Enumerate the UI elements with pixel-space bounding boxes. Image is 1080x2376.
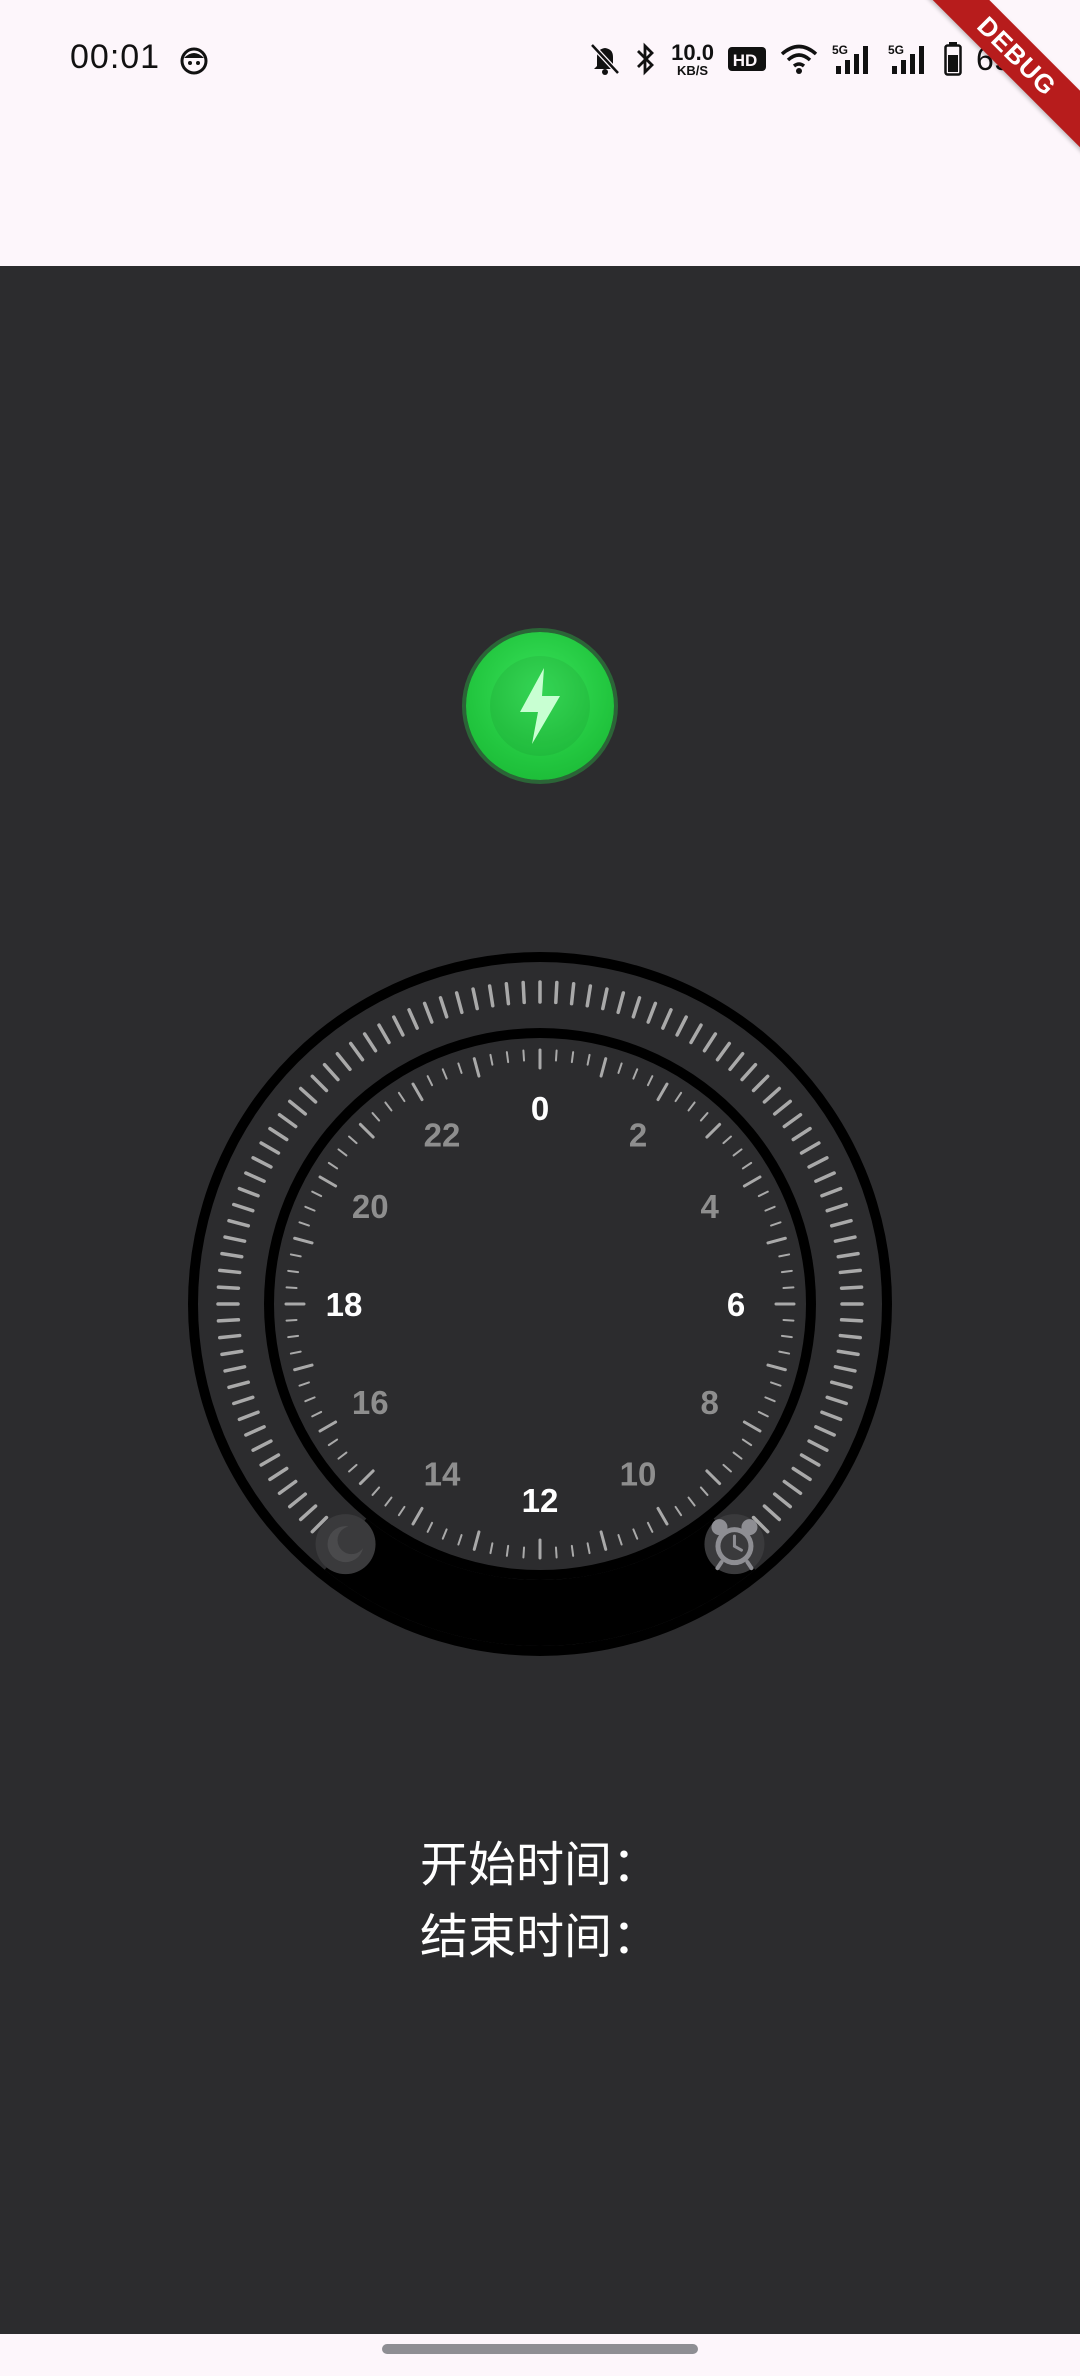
outer-tick <box>218 1268 242 1275</box>
hour-label: 2 <box>629 1116 647 1153</box>
outer-tick <box>838 1268 862 1275</box>
outer-tick <box>504 982 511 1006</box>
outer-tick <box>218 1333 242 1340</box>
outer-tick <box>216 1285 241 1290</box>
start-time-label: 开始时间： <box>419 1839 660 1892</box>
hour-label: 6 <box>727 1286 745 1323</box>
outer-tick <box>554 980 559 1005</box>
hour-label: 4 <box>701 1188 720 1225</box>
status-bar: 00:01 10.0 KB/S HD 5G 5G <box>0 0 1080 266</box>
home-indicator-bar <box>0 2334 1080 2376</box>
hour-label: 8 <box>701 1384 719 1421</box>
network-speed-value: 10.0 <box>671 39 714 65</box>
battery-icon <box>944 42 962 76</box>
start-handle[interactable] <box>315 1514 376 1575</box>
hour-label: 14 <box>424 1456 461 1493</box>
cellular-icon: 5G <box>888 43 924 74</box>
hour-label: 22 <box>424 1116 461 1153</box>
outer-tick <box>521 980 526 1005</box>
inner-tick <box>782 1286 795 1290</box>
lightning-bolt-icon <box>520 668 560 744</box>
hour-label: 12 <box>522 1482 559 1519</box>
outer-tick <box>838 1333 862 1340</box>
inner-tick <box>287 1269 300 1274</box>
inner-tick <box>554 1546 558 1559</box>
bluetooth-icon <box>637 42 655 76</box>
hour-label: 20 <box>352 1188 389 1225</box>
inner-tick <box>287 1334 300 1339</box>
inner-tick <box>554 1049 558 1062</box>
inner-tick <box>780 1269 793 1274</box>
status-icons: 10.0 KB/S HD 5G 5G <box>589 34 1040 84</box>
cellular-icon: 5G <box>832 43 868 74</box>
outer-tick <box>569 982 576 1006</box>
inner-tick <box>285 1318 298 1322</box>
end-handle[interactable] <box>704 1514 765 1575</box>
hd-icon: HD <box>727 47 766 71</box>
cellular-5g-label: 5G <box>888 43 904 57</box>
face-icon <box>180 47 208 75</box>
sleep-dial[interactable]: 0 2 4 6 8 10 12 14 16 18 20 22 <box>184 948 896 1660</box>
mute-bell-icon <box>590 43 620 75</box>
charge-button[interactable] <box>466 632 614 780</box>
network-speed-unit: KB/S <box>677 62 709 78</box>
hour-label: 16 <box>352 1384 389 1421</box>
inner-tick <box>570 1544 575 1557</box>
cellular-5g-label: 5G <box>832 43 848 57</box>
outer-tick <box>216 1318 241 1323</box>
inner-tick <box>780 1334 793 1339</box>
inner-tick <box>782 1318 795 1322</box>
wifi-icon <box>780 44 818 74</box>
inner-tick <box>522 1049 526 1062</box>
inner-tick <box>285 1286 298 1290</box>
hd-label: HD <box>733 51 758 70</box>
outer-tick <box>839 1318 864 1323</box>
hour-label: 18 <box>326 1286 363 1323</box>
outer-tick <box>839 1285 864 1290</box>
status-time: 00:01 <box>70 38 161 76</box>
inner-tick <box>522 1546 526 1559</box>
end-time-label: 结束时间： <box>419 1911 660 1964</box>
time-labels: 开始时间： 结束时间： <box>0 1830 1080 1974</box>
hour-label: 0 <box>531 1090 549 1127</box>
hour-label: 10 <box>620 1456 657 1493</box>
inner-tick <box>505 1544 510 1557</box>
inner-tick <box>505 1051 510 1064</box>
network-speed: 10.0 KB/S <box>671 39 714 78</box>
home-indicator[interactable] <box>382 2344 698 2354</box>
inner-tick <box>570 1051 575 1064</box>
